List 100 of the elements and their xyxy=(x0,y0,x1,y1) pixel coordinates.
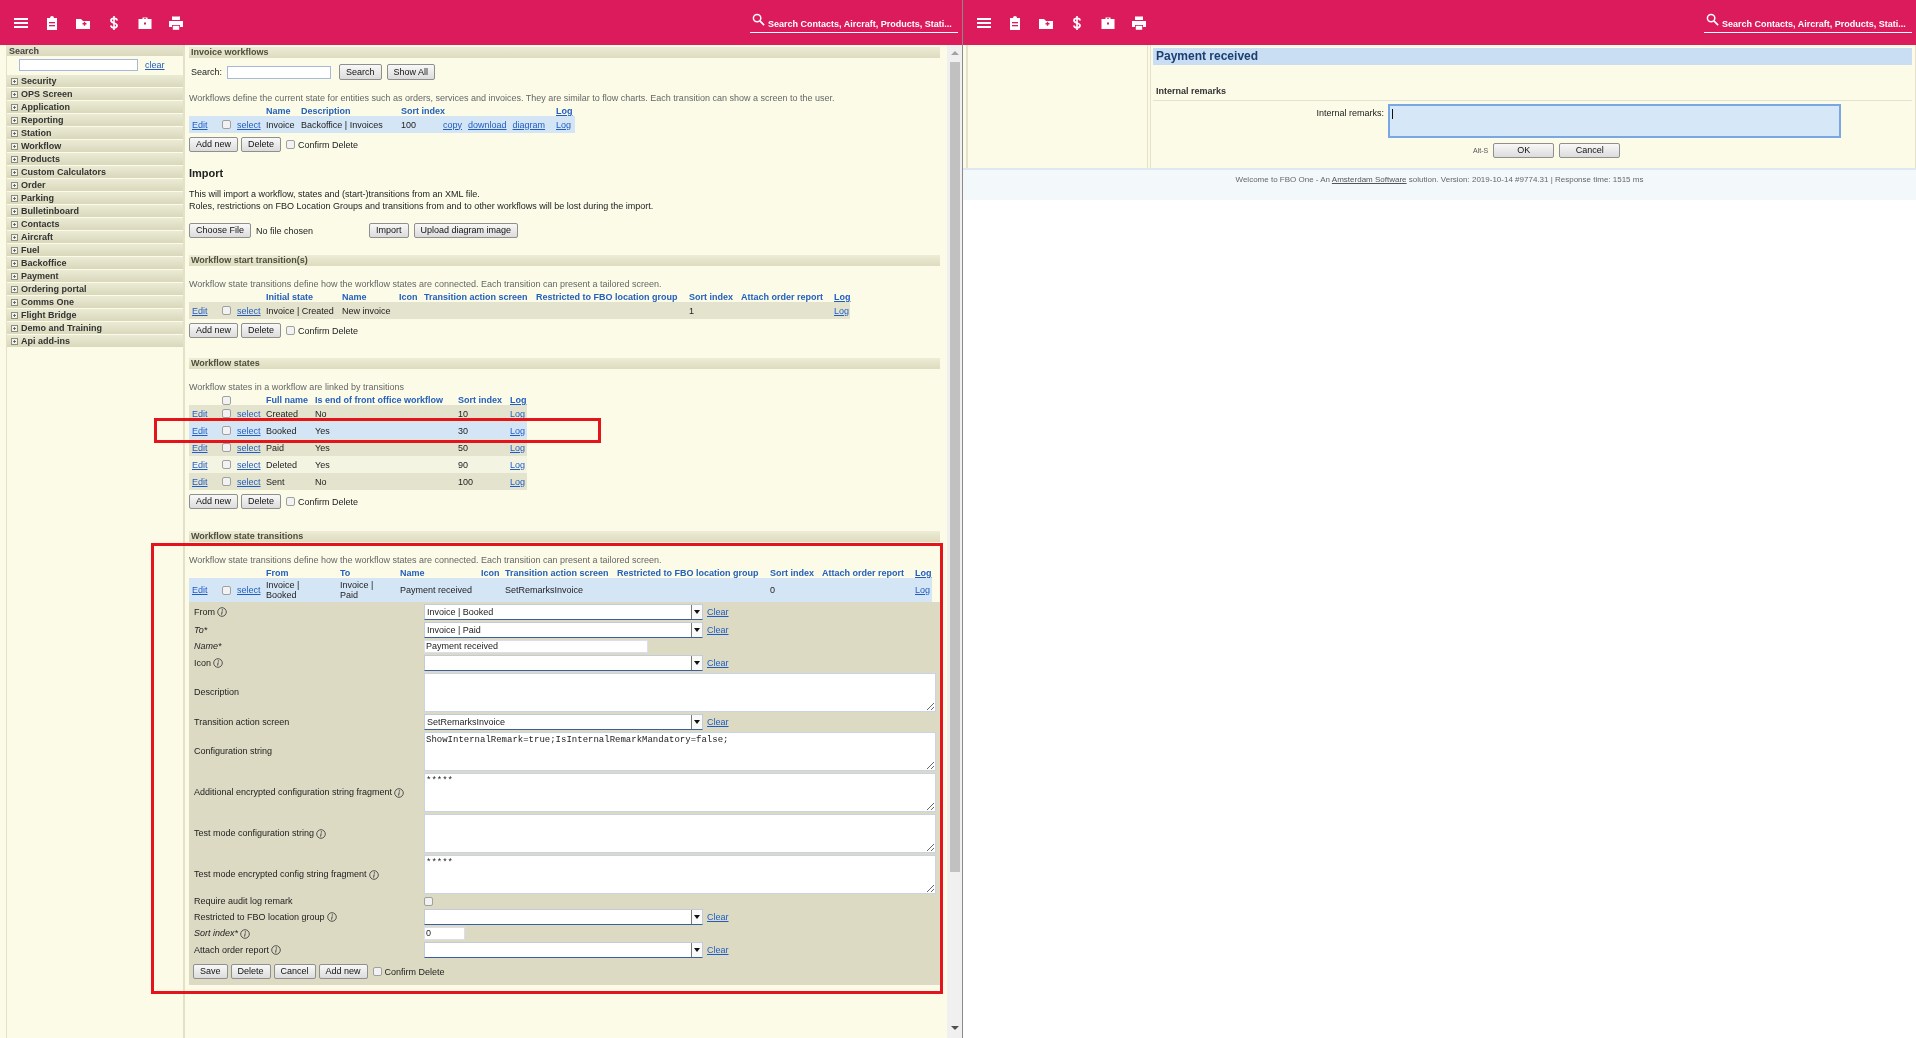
checkbox[interactable] xyxy=(222,426,231,435)
delete-button[interactable]: Delete xyxy=(241,137,282,152)
clear-link[interactable]: Clear xyxy=(707,945,729,955)
select-link[interactable]: select xyxy=(237,442,261,453)
log-link[interactable]: Log xyxy=(915,585,931,595)
delete-button[interactable]: Delete xyxy=(241,494,282,509)
menu-item[interactable]: Backoffice xyxy=(7,257,183,269)
log-link[interactable]: Log xyxy=(510,442,526,453)
menu-item[interactable]: Custom Calculators xyxy=(7,166,183,178)
cancel-button[interactable]: Cancel xyxy=(1559,143,1621,158)
menu-item[interactable]: Bulletinboard xyxy=(7,205,183,217)
log-link[interactable]: Log xyxy=(510,395,527,405)
dropdown-field[interactable]: Invoice | Paid xyxy=(424,622,703,638)
menu-item[interactable]: Security xyxy=(7,75,183,87)
dropdown-field[interactable]: Invoice | Booked xyxy=(424,604,703,620)
checkbox[interactable] xyxy=(424,897,433,906)
show-all-button[interactable]: Show All xyxy=(386,64,436,80)
text-area[interactable]: ***** xyxy=(424,855,936,894)
menu-item[interactable]: Station xyxy=(7,127,183,139)
edit-link[interactable]: Edit xyxy=(192,442,208,453)
log-link[interactable]: Log xyxy=(510,425,526,436)
table-row[interactable]: Edit select Deleted Yes 90 Log xyxy=(189,456,527,473)
action-link[interactable]: diagram xyxy=(512,119,546,130)
clear-link[interactable]: Clear xyxy=(707,607,729,617)
menu-item[interactable]: Parking xyxy=(7,192,183,204)
menu-item[interactable]: Workflow xyxy=(7,140,183,152)
action-link[interactable]: download xyxy=(468,119,507,130)
edit-link[interactable]: Edit xyxy=(192,459,208,470)
select-link[interactable]: select xyxy=(237,408,261,419)
edit-link[interactable]: Edit xyxy=(192,425,208,436)
select-link[interactable]: select xyxy=(237,585,261,595)
clear-link[interactable]: Clear xyxy=(707,658,729,668)
log-link[interactable]: Log xyxy=(556,106,573,116)
delete-button[interactable]: Delete xyxy=(241,323,282,338)
edit-link[interactable]: Edit xyxy=(192,476,208,487)
company-link[interactable]: Amsterdam Software xyxy=(1331,175,1407,184)
log-link[interactable]: Log xyxy=(510,476,526,487)
select-link[interactable]: select xyxy=(237,305,261,316)
dropdown-field[interactable]: SetRemarksInvoice xyxy=(424,714,703,730)
search-button[interactable]: Search xyxy=(339,64,382,80)
checkbox[interactable] xyxy=(286,140,296,149)
menu-item[interactable]: Contacts xyxy=(7,218,183,230)
menu-item[interactable]: Ordering portal xyxy=(7,283,183,295)
search-field[interactable]: Search Contacts, Aircraft, Products, Stati... xyxy=(1704,12,1912,33)
log-link[interactable]: Log xyxy=(834,292,851,302)
clear-link[interactable]: Clear xyxy=(707,912,729,922)
table-row[interactable]: Edit select Booked Yes 30 Log xyxy=(189,422,527,439)
add-button[interactable]: Add new xyxy=(189,494,239,509)
add-button[interactable]: Add new xyxy=(189,137,239,152)
search-field[interactable] xyxy=(227,65,332,79)
search-field[interactable]: Search Contacts, Aircraft, Products, Stati... xyxy=(750,12,958,33)
select-link[interactable]: select xyxy=(237,425,261,436)
checkbox[interactable] xyxy=(222,443,231,452)
import-button[interactable]: Import xyxy=(369,223,409,238)
table-row[interactable]: Edit select Invoice | Created New invoice 1 Log xyxy=(189,302,850,319)
table-row[interactable]: Edit select Invoice Backoffice | Invoices 100 copy download diagram Log xyxy=(189,116,575,133)
upload-button[interactable]: Upload diagram image xyxy=(413,223,519,238)
checkbox[interactable] xyxy=(222,120,231,129)
select-link[interactable]: select xyxy=(237,459,261,470)
log-link[interactable]: Log xyxy=(834,305,850,316)
edit-link[interactable]: Edit xyxy=(192,305,208,316)
menu-item[interactable]: Aircraft xyxy=(7,231,183,243)
checkbox[interactable] xyxy=(222,477,231,486)
checkbox[interactable] xyxy=(222,585,231,595)
dropdown-field[interactable] xyxy=(424,942,703,958)
checkbox[interactable] xyxy=(222,409,231,418)
checkbox[interactable] xyxy=(222,306,231,315)
menu-item[interactable]: Application xyxy=(7,101,183,113)
select-link[interactable]: select xyxy=(237,119,261,130)
edit-link[interactable]: Edit xyxy=(192,585,208,595)
cancel-button[interactable]: Cancel xyxy=(273,964,316,979)
save-button[interactable]: Save xyxy=(193,964,228,979)
menu-item[interactable]: Order xyxy=(7,179,183,191)
choose-file-button[interactable]: Choose File xyxy=(189,223,252,238)
dropdown-field[interactable] xyxy=(424,909,703,925)
input-field[interactable]: Payment received xyxy=(424,640,648,653)
log-link[interactable]: Log xyxy=(556,119,572,130)
menu-item[interactable]: Demo and Training xyxy=(7,322,183,334)
menu-item[interactable]: Comms One xyxy=(7,296,183,308)
text-area[interactable] xyxy=(424,814,936,853)
delete-button[interactable]: Delete xyxy=(230,964,271,979)
table-row[interactable]: Edit select Sent No 100 Log xyxy=(189,473,527,490)
edit-link[interactable]: Edit xyxy=(192,408,208,419)
menu-item[interactable]: Flight Bridge xyxy=(7,309,183,321)
menu-item[interactable]: Payment xyxy=(7,270,183,282)
add-button[interactable]: Add new xyxy=(189,323,239,338)
dropdown-field[interactable] xyxy=(424,655,703,671)
menu-item[interactable]: Fuel xyxy=(7,244,183,256)
select-link[interactable]: select xyxy=(237,476,261,487)
checkbox[interactable] xyxy=(286,497,296,506)
checkbox[interactable] xyxy=(222,460,231,469)
add-button[interactable]: Add new xyxy=(318,964,368,979)
input-field[interactable]: 0 xyxy=(424,927,465,940)
menu-item[interactable]: Reporting xyxy=(7,114,183,126)
menu-item[interactable]: OPS Screen xyxy=(7,88,183,100)
menu-item[interactable]: Api add-ins xyxy=(7,335,183,347)
checkbox[interactable] xyxy=(372,967,382,976)
log-link[interactable]: Log xyxy=(510,459,526,470)
clear-link[interactable]: clear xyxy=(145,60,165,70)
search-field[interactable] xyxy=(19,59,138,71)
